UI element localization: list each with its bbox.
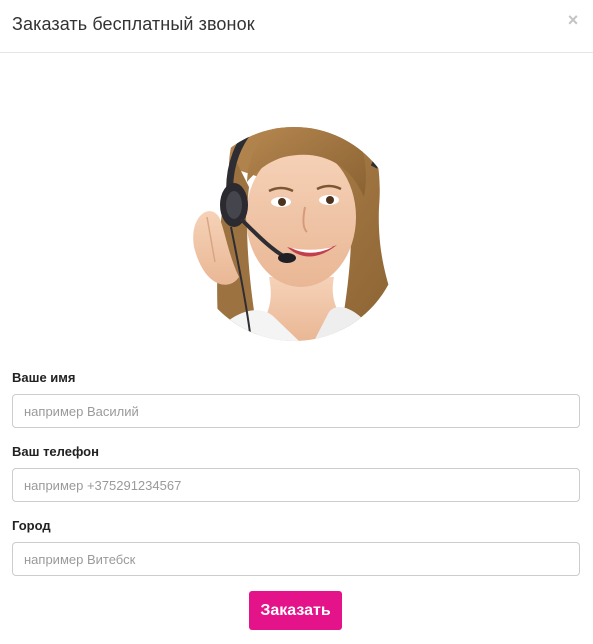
- name-input[interactable]: [12, 394, 580, 428]
- modal-header: Заказать бесплатный звонок ×: [0, 0, 593, 53]
- order-button[interactable]: Заказать: [249, 591, 342, 630]
- callback-form: Ваше имя Ваш телефон Город: [12, 368, 580, 590]
- city-label: Город: [12, 518, 51, 533]
- modal-title: Заказать бесплатный звонок: [12, 14, 255, 34]
- phone-input[interactable]: [12, 468, 580, 502]
- operator-headset-image: [189, 127, 399, 341]
- operator-avatar: [189, 87, 399, 341]
- callback-modal: Заказать бесплатный звонок × Ваше имя на…: [0, 0, 593, 644]
- close-icon[interactable]: ×: [565, 10, 581, 30]
- phone-label: Ваш телефон: [12, 444, 99, 459]
- city-input[interactable]: [12, 542, 580, 576]
- name-label: Ваше имя: [12, 370, 76, 385]
